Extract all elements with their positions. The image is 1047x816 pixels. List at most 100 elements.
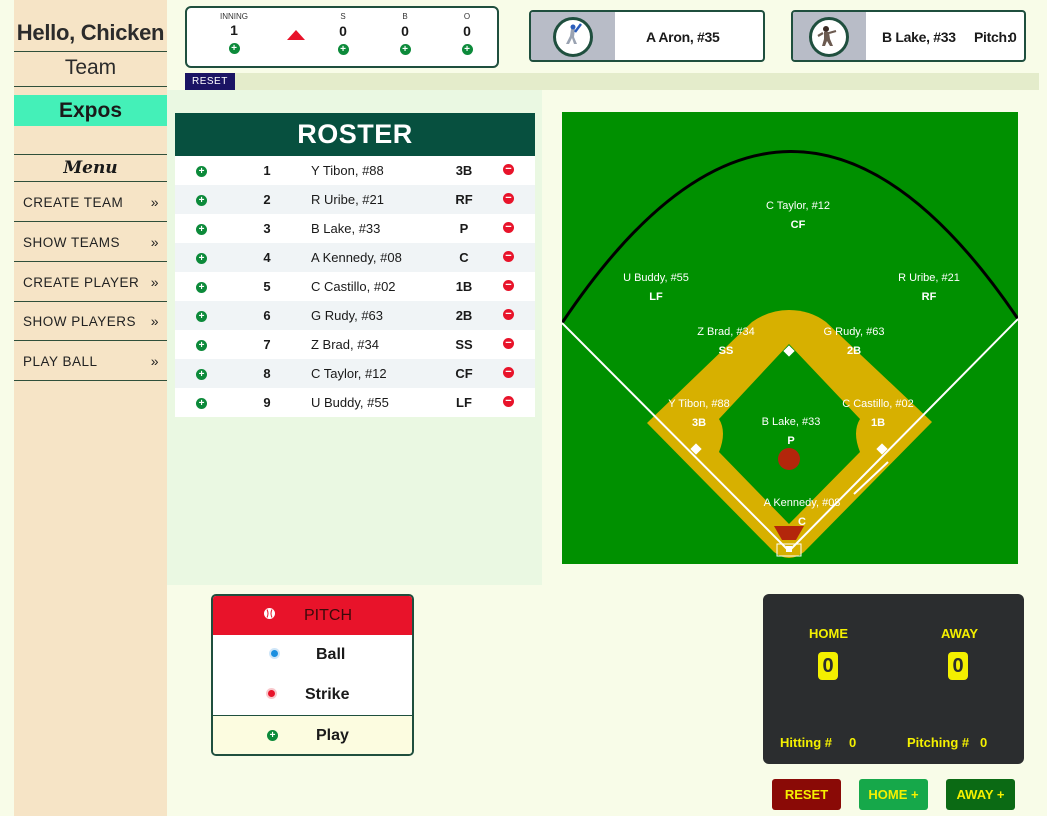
- menu-item-label: SHOW TEAMS: [23, 235, 121, 250]
- field-position[interactable]: RF: [922, 291, 937, 303]
- field-position[interactable]: 1B: [871, 417, 885, 429]
- strikes-value: 0: [339, 23, 347, 39]
- menu-item-create-team[interactable]: CREATE TEAM »: [14, 182, 167, 222]
- remove-player-icon[interactable]: −: [503, 280, 514, 291]
- ball-button[interactable]: Ball: [213, 635, 412, 675]
- menu-item-show-players[interactable]: SHOW PLAYERS »: [14, 301, 167, 341]
- sidebar: Hello, Chicken Team Expos Menu CREATE TE…: [14, 0, 167, 816]
- strike-label: Strike: [305, 686, 350, 703]
- ball-dot-icon: [269, 648, 280, 659]
- roster-row: + 4 A Kennedy, #08 C −: [175, 243, 535, 272]
- home-plate: [786, 546, 792, 552]
- remove-player-icon[interactable]: −: [503, 222, 514, 233]
- field-position[interactable]: LF: [649, 291, 663, 303]
- pitch-label: PITCH: [304, 607, 352, 624]
- field-player-name: G Rudy, #63: [824, 326, 885, 338]
- field-position[interactable]: 2B: [847, 345, 861, 357]
- add-out-icon[interactable]: +: [461, 44, 473, 55]
- batting-order: 6: [263, 308, 271, 323]
- add-player-icon[interactable]: +: [196, 166, 207, 177]
- play-button[interactable]: + Play: [213, 715, 412, 754]
- roster-row: + 3 B Lake, #33 P −: [175, 214, 535, 243]
- menu-item-play-ball[interactable]: PLAY BALL »: [14, 341, 167, 381]
- player-position: 1B: [455, 279, 473, 294]
- roster-title: ROSTER: [175, 113, 535, 156]
- current-team[interactable]: Expos: [14, 95, 167, 126]
- reset-count-button[interactable]: RESET: [185, 73, 235, 90]
- pitching-label: Pitching #: [907, 735, 970, 750]
- field-position[interactable]: CF: [791, 219, 806, 231]
- field-position[interactable]: C: [798, 516, 806, 528]
- remove-player-icon[interactable]: −: [503, 396, 514, 407]
- outs-label: O: [463, 12, 471, 21]
- field-player-name: B Lake, #33: [762, 416, 821, 428]
- add-player-icon[interactable]: +: [196, 340, 207, 351]
- add-player-icon[interactable]: +: [196, 398, 207, 409]
- pitch-header[interactable]: PITCH: [213, 596, 412, 635]
- roster: ROSTER + 1 Y Tibon, #88 3B − + 2 R Uribe…: [175, 113, 535, 417]
- outs-column: O 0 +: [447, 12, 487, 57]
- add-ball-icon[interactable]: +: [399, 44, 411, 55]
- menu-title: Menu: [63, 158, 118, 178]
- inning-column: INNING 1 +: [214, 12, 254, 56]
- menu-item-label: SHOW PLAYERS: [23, 314, 137, 329]
- field-player-name: A Kennedy, #08: [764, 497, 841, 509]
- chevron-right-icon: »: [150, 353, 159, 369]
- pitching-value: 0: [980, 735, 988, 750]
- remove-player-icon[interactable]: −: [503, 164, 514, 175]
- home-plus-button[interactable]: HOME +: [859, 779, 928, 810]
- menu-item-show-teams[interactable]: SHOW TEAMS »: [14, 222, 167, 262]
- add-inning-icon[interactable]: +: [228, 43, 240, 54]
- strike-button[interactable]: Strike: [213, 675, 412, 715]
- reset-score-button[interactable]: RESET: [772, 779, 841, 810]
- menu-item-label: CREATE PLAYER: [23, 275, 140, 290]
- add-player-icon[interactable]: +: [196, 311, 207, 322]
- player-position: LF: [456, 395, 472, 410]
- field-player-name: Z Brad, #34: [697, 326, 754, 338]
- roster-row: + 9 U Buddy, #55 LF −: [175, 388, 535, 417]
- strikes-label: S: [340, 12, 346, 21]
- strikes-column: S 0 +: [323, 12, 363, 57]
- remove-player-icon[interactable]: −: [503, 309, 514, 320]
- field-player-name: Y Tibon, #88: [668, 398, 730, 410]
- add-player-icon[interactable]: +: [196, 224, 207, 235]
- player-name: B Lake, #33: [311, 221, 381, 236]
- player-position: RF: [455, 192, 473, 207]
- player-name: U Buddy, #55: [311, 395, 389, 410]
- batter-icon: [559, 23, 587, 51]
- score-panel: HOME AWAY 0 0 Hitting # 0 Pitching # 0: [763, 594, 1024, 764]
- reset-bar: RESET: [185, 73, 1039, 90]
- balls-value: 0: [401, 23, 409, 39]
- batter-avatar: [531, 12, 615, 60]
- divider: [14, 86, 167, 87]
- menu-item-create-player[interactable]: CREATE PLAYER »: [14, 262, 167, 302]
- team-link[interactable]: Team: [14, 56, 167, 80]
- chevron-right-icon: »: [150, 274, 159, 290]
- hitting-label: Hitting #: [780, 735, 832, 750]
- player-position: SS: [455, 337, 473, 352]
- player-position: 2B: [455, 308, 473, 323]
- home-label: HOME: [809, 626, 848, 641]
- add-player-icon[interactable]: +: [196, 369, 207, 380]
- field-position[interactable]: P: [787, 435, 794, 447]
- baseball-field: C Taylor, #12 CF U Buddy, #55 LF R Uribe…: [562, 112, 1018, 564]
- baseball-icon: [264, 608, 275, 619]
- pitch-panel: PITCH Ball Strike + Play: [211, 594, 414, 756]
- player-name: Z Brad, #34: [311, 337, 379, 352]
- field-position[interactable]: 3B: [692, 417, 706, 429]
- remove-player-icon[interactable]: −: [503, 193, 514, 204]
- remove-player-icon[interactable]: −: [503, 338, 514, 349]
- remove-player-icon[interactable]: −: [503, 251, 514, 262]
- balls-column: B 0 +: [385, 12, 425, 57]
- add-strike-icon[interactable]: +: [337, 44, 349, 55]
- add-player-icon[interactable]: +: [196, 253, 207, 264]
- player-position: 3B: [455, 163, 473, 178]
- remove-player-icon[interactable]: −: [503, 367, 514, 378]
- add-player-icon[interactable]: +: [196, 282, 207, 293]
- add-player-icon[interactable]: +: [196, 195, 207, 206]
- field-position[interactable]: SS: [719, 345, 734, 357]
- ball-label: Ball: [316, 646, 346, 663]
- away-plus-button[interactable]: AWAY +: [946, 779, 1015, 810]
- batting-order: 7: [263, 337, 271, 352]
- roster-row: + 7 Z Brad, #34 SS −: [175, 330, 535, 359]
